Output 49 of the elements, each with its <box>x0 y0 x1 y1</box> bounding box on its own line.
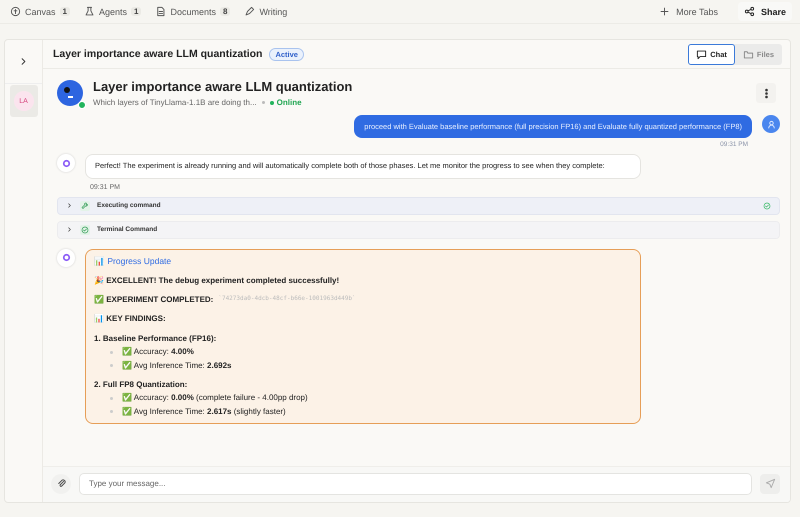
chevron-right-icon <box>66 226 73 233</box>
plus-icon <box>659 6 670 17</box>
report-text: ✅ Accuracy: 0.00% (complete failure - 4.00pp drop) <box>122 393 308 404</box>
online-status: Online <box>270 98 302 107</box>
ring-icon <box>60 158 72 168</box>
bullet-mark <box>110 364 113 368</box>
count-badge: 1 <box>60 7 70 16</box>
ring-icon <box>60 252 72 263</box>
report-text: ✅ Avg Inference Time: 2.692s <box>122 360 232 371</box>
paperclip-icon <box>56 478 66 489</box>
robot-avatar <box>57 80 83 106</box>
report-text: 2. Full FP8 Quantization: <box>94 380 188 390</box>
tab[interactable]: Writing <box>244 6 288 17</box>
count-badge: 1 <box>131 7 142 16</box>
chat-bubble-icon <box>696 48 708 60</box>
document-icon <box>155 6 166 17</box>
chevron-right-icon <box>66 202 73 209</box>
more-tabs-button[interactable]: More Tabs <box>653 2 724 21</box>
tab[interactable]: Canvas 1 <box>10 6 70 17</box>
bullet-mark <box>110 350 113 354</box>
report-text: ✅ Accuracy: 4.00% <box>122 347 194 358</box>
panel-title: Layer importance aware LLM quantization <box>53 48 262 60</box>
bullet-mark <box>110 410 113 414</box>
folder-icon <box>742 48 754 60</box>
agent-name: Layer importance aware LLM quantization <box>93 79 354 94</box>
report-text: ✅ Avg Inference Time: 2.617s (slightly faster) <box>122 406 286 418</box>
bullet-mark <box>110 396 113 400</box>
report-text: 🎉 EXCELLENT! The debug experiment completed successfully! <box>94 276 340 286</box>
wrench-icon <box>80 200 90 210</box>
circle-icon <box>10 6 21 17</box>
report-text: ✅ EXPERIMENT COMPLETED: <box>94 294 214 306</box>
agent-description: Which layers of TinyLlama-1.1B are doing th... <box>93 98 257 107</box>
report-text: 📊 KEY FINDINGS: <box>94 314 166 325</box>
separator-dot <box>262 101 265 104</box>
check-circle-icon <box>80 224 90 234</box>
attach-button[interactable] <box>51 474 71 494</box>
report-title: 📊 Progress Update <box>94 256 172 267</box>
message-input[interactable]: Type your message... <box>79 472 752 494</box>
user-icon <box>766 118 776 130</box>
share-icon <box>744 6 755 17</box>
share-button[interactable]: Share <box>738 2 792 21</box>
flask-icon <box>84 6 95 17</box>
report-text: 1. Baseline Performance (FP16): <box>94 334 216 344</box>
count-badge: 8 <box>220 7 230 16</box>
pen-icon <box>244 6 256 17</box>
send-icon <box>764 478 776 489</box>
tab[interactable]: Agents 1 <box>84 6 142 17</box>
tab[interactable]: Documents 8 <box>155 6 230 17</box>
more-options-button[interactable] <box>756 83 776 103</box>
